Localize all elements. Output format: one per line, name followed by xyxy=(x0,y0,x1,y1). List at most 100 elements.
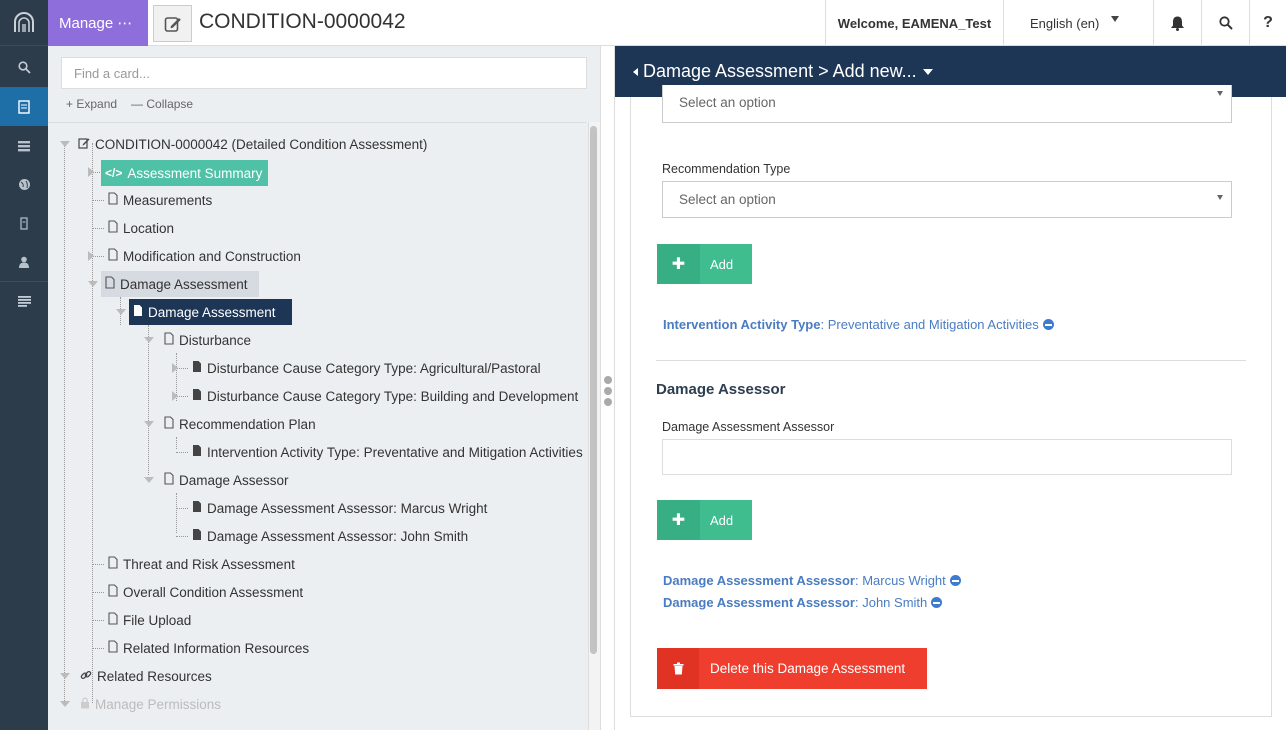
tree-node-disturbance[interactable]: Disturbance xyxy=(160,328,257,352)
tree-node-related-resources[interactable]: Related Resources xyxy=(76,664,218,688)
chevron-down-icon[interactable] xyxy=(922,68,933,75)
tree-node-label: Damage Assessor xyxy=(179,472,289,488)
collapse-toggle-icon[interactable] xyxy=(88,281,98,287)
remove-icon[interactable] xyxy=(1042,319,1054,330)
assessor-entry[interactable]: Damage Assessment Assessor: John Smith xyxy=(663,595,943,610)
tree-guide-line xyxy=(176,536,188,537)
collapse-toggle-icon[interactable] xyxy=(60,141,70,147)
top-header: Manage ⋯ CONDITION-0000042 Welcome, EAME… xyxy=(48,0,1286,46)
tree-node-label: Damage Assessment Assessor: John Smith xyxy=(207,528,469,544)
file-icon xyxy=(164,332,174,348)
collapse-toggle-icon[interactable] xyxy=(144,421,154,427)
link-icon xyxy=(80,669,92,684)
tree-node-recommendation-plan[interactable]: Recommendation Plan xyxy=(160,412,322,436)
tree-node-intervention[interactable]: Intervention Activity Type: Preventative… xyxy=(188,440,586,464)
tree-node-label: Disturbance Cause Category Type: Buildin… xyxy=(207,388,579,404)
collapse-all-button[interactable]: — Collapse xyxy=(131,97,193,111)
expand-toggle-icon[interactable] xyxy=(88,251,94,261)
collapse-toggle-icon[interactable] xyxy=(144,477,154,483)
chevron-left-icon[interactable] xyxy=(633,67,638,76)
tree-node-label: Modification and Construction xyxy=(123,248,301,264)
expand-all-button[interactable]: + Expand xyxy=(66,97,117,111)
menu-icon[interactable] xyxy=(0,282,48,321)
search-icon[interactable] xyxy=(1201,0,1249,46)
resource-editor-icon[interactable] xyxy=(0,87,48,126)
tree-node-file-upload[interactable]: File Upload xyxy=(104,608,197,632)
help-icon[interactable]: ? xyxy=(1249,0,1286,46)
remove-icon[interactable] xyxy=(949,575,961,586)
tree-node-disturbance-agricultural[interactable]: Disturbance Cause Category Type: Agricul… xyxy=(188,356,547,380)
chevron-down-icon xyxy=(1217,91,1223,96)
file-solid-icon xyxy=(192,444,202,460)
damage-assessor-field-label: Damage Assessment Assessor xyxy=(662,420,835,434)
tree-node-label: Recommendation Plan xyxy=(179,416,316,432)
list-icon[interactable] xyxy=(0,126,48,165)
recommendation-type-select[interactable]: Select an option xyxy=(662,181,1232,218)
search-icon[interactable] xyxy=(0,48,48,87)
damage-assessor-input[interactable] xyxy=(662,439,1232,475)
file-solid-icon xyxy=(192,500,202,516)
tree-node-overall-condition[interactable]: Overall Condition Assessment xyxy=(104,580,309,604)
tree-node-related-information[interactable]: Related Information Resources xyxy=(104,636,315,660)
card-search-input[interactable]: Find a card... xyxy=(61,57,587,89)
remove-icon[interactable] xyxy=(931,597,943,608)
tree-node-label: Related Information Resources xyxy=(123,640,310,656)
tree-node-modification[interactable]: Modification and Construction xyxy=(104,244,307,268)
tree-guide-line xyxy=(92,564,104,565)
manage-button[interactable]: Manage ⋯ xyxy=(48,0,148,46)
tree-node-label: Manage Permissions xyxy=(95,696,222,712)
add-assessor-button[interactable]: ✚ Add xyxy=(657,500,752,540)
entry-value: Marcus Wright xyxy=(862,573,946,588)
collapse-toggle-icon[interactable] xyxy=(116,309,126,315)
expand-label: Expand xyxy=(76,97,118,111)
tree-node-measurements[interactable]: Measurements xyxy=(104,188,218,212)
tree-scrollbar-thumb[interactable] xyxy=(590,126,597,654)
welcome-user[interactable]: Welcome, EAMENA_Test xyxy=(825,0,1004,46)
panel-splitter[interactable] xyxy=(600,46,615,730)
tree-guide-line xyxy=(92,228,104,229)
tree-node-label: CONDITION-0000042 (Detailed Condition As… xyxy=(95,136,428,152)
tree-guide-line xyxy=(92,592,104,593)
delete-card-button[interactable]: Delete this Damage Assessment xyxy=(657,648,927,689)
tree-node-label: Intervention Activity Type: Preventative… xyxy=(207,444,583,460)
splitter-grip-dot xyxy=(604,387,612,395)
app-logo[interactable] xyxy=(0,0,48,46)
card-tree-panel: Find a card... + Expand — Collapse CONDI… xyxy=(48,46,600,730)
expand-toggle-icon[interactable] xyxy=(172,391,178,401)
tree-node-threat-risk[interactable]: Threat and Risk Assessment xyxy=(104,552,301,576)
globe-icon[interactable] xyxy=(0,165,48,204)
tree-node-manage-permissions[interactable]: Manage Permissions xyxy=(76,692,227,716)
tree-node-location[interactable]: Location xyxy=(104,216,180,240)
tree-guide-line xyxy=(92,620,104,621)
tree-node-root[interactable]: CONDITION-0000042 (Detailed Condition As… xyxy=(74,132,433,156)
expand-toggle-icon[interactable] xyxy=(88,167,94,177)
tree-node-assessor-john[interactable]: Damage Assessment Assessor: John Smith xyxy=(188,524,474,548)
top-select[interactable]: Select an option xyxy=(662,85,1232,123)
bookmark-icon[interactable] xyxy=(0,204,48,243)
tree-node-disturbance-building[interactable]: Disturbance Cause Category Type: Buildin… xyxy=(188,384,584,408)
tree-node-assessor-marcus[interactable]: Damage Assessment Assessor: Marcus Wrigh… xyxy=(188,496,493,520)
language-select[interactable]: English (en) xyxy=(1004,0,1153,46)
collapse-toggle-icon[interactable] xyxy=(144,337,154,343)
tree-node-damage-assessor[interactable]: Damage Assessor xyxy=(160,468,295,492)
tree-guide-line xyxy=(92,143,93,703)
collapse-toggle-icon[interactable] xyxy=(60,701,70,707)
tree-node-label: File Upload xyxy=(123,612,192,628)
add-recommendation-button[interactable]: ✚ Add xyxy=(657,244,752,284)
tree-node-damage-assessment-selected[interactable]: Damage Assessment xyxy=(129,299,292,325)
add-label: Add xyxy=(710,256,734,272)
tree-guide-line xyxy=(92,200,104,201)
notification-bell-icon[interactable] xyxy=(1153,0,1201,46)
assessor-entry[interactable]: Damage Assessment Assessor: Marcus Wrigh… xyxy=(663,573,961,588)
tree-node-assessment-summary[interactable]: </> Assessment Summary xyxy=(101,160,269,186)
tree-guide-line xyxy=(92,648,104,649)
tree-node-damage-assessment[interactable]: Damage Assessment xyxy=(101,271,259,297)
language-label: English (en) xyxy=(1030,15,1100,31)
collapse-toggle-icon[interactable] xyxy=(60,673,70,679)
tree-node-label: Overall Condition Assessment xyxy=(123,584,304,600)
expand-toggle-icon[interactable] xyxy=(172,363,178,373)
code-icon: </> xyxy=(105,166,123,180)
user-icon[interactable] xyxy=(0,243,48,282)
edit-resource-icon[interactable] xyxy=(153,5,192,42)
intervention-activity-entry[interactable]: Intervention Activity Type: Preventative… xyxy=(663,317,1054,332)
